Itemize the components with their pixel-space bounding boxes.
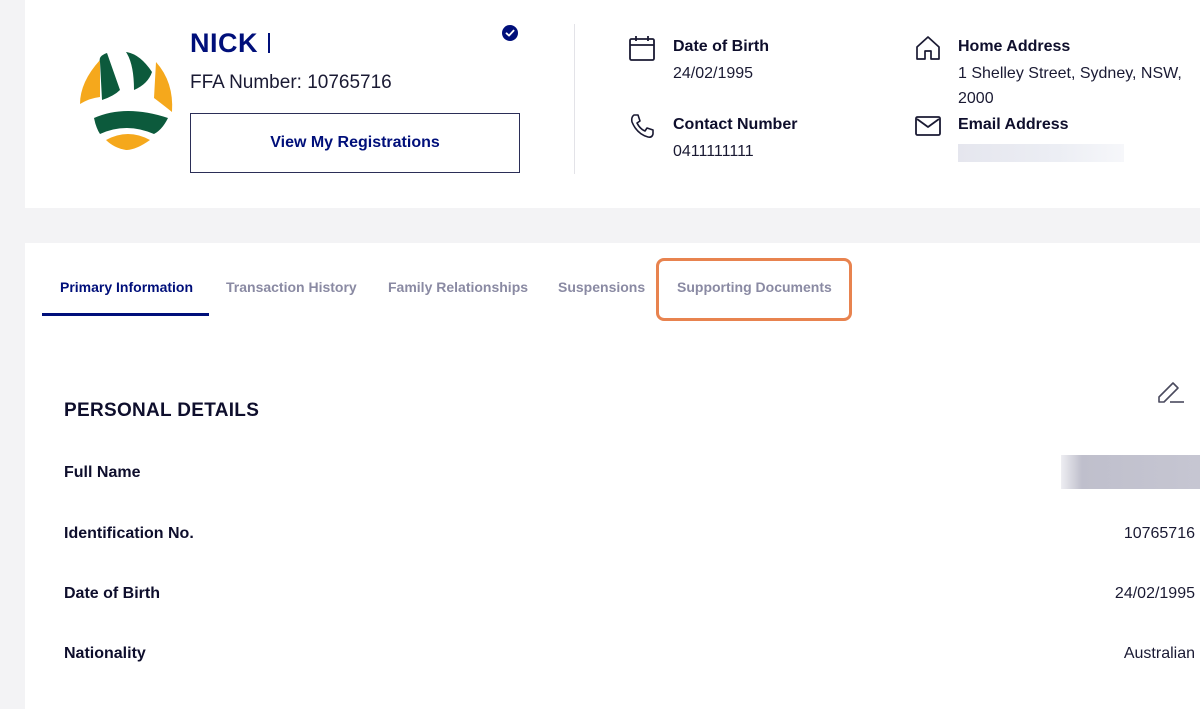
full-name-label: Full Name bbox=[64, 464, 141, 481]
contact-number-label: Contact Number bbox=[673, 116, 798, 133]
date-of-birth-value: 24/02/1995 bbox=[1114, 585, 1195, 602]
active-tab-indicator bbox=[42, 313, 209, 316]
nationality-value: Australian bbox=[1123, 645, 1195, 662]
highlight-box bbox=[656, 258, 852, 321]
date-of-birth-label: Date of Birth bbox=[64, 585, 160, 602]
identification-no-value: 10765716 bbox=[1123, 525, 1195, 542]
home-address-line2: 2000 bbox=[958, 90, 994, 107]
view-my-registrations-button[interactable]: View My Registrations bbox=[190, 113, 520, 173]
dob-value: 24/02/1995 bbox=[673, 65, 754, 82]
ffa-number-label: FFA Number: bbox=[190, 72, 302, 93]
tab-bar: Primary Information Transaction History … bbox=[25, 243, 1200, 323]
mail-icon bbox=[915, 116, 941, 136]
header-divider bbox=[574, 24, 575, 174]
dob-label: Date of Birth bbox=[673, 38, 769, 55]
home-address-line1: 1 Shelley Street, Sydney, NSW, bbox=[958, 65, 1182, 82]
check-circle-icon bbox=[502, 25, 518, 41]
profile-card: NICK FFA Number: 10765716 View My Regist… bbox=[25, 0, 1200, 208]
tab-family-relationships[interactable]: Family Relationships bbox=[388, 279, 528, 295]
football-australia-logo bbox=[80, 52, 173, 150]
tab-primary-information[interactable]: Primary Information bbox=[60, 279, 193, 295]
ffa-number-value: 10765716 bbox=[307, 72, 392, 93]
detail-card: Primary Information Transaction History … bbox=[25, 243, 1200, 709]
text-cursor bbox=[268, 33, 270, 53]
ffa-number: FFA Number: 10765716 bbox=[190, 72, 392, 94]
nationality-label: Nationality bbox=[64, 645, 146, 662]
tab-suspensions[interactable]: Suspensions bbox=[558, 279, 645, 295]
tab-transaction-history[interactable]: Transaction History bbox=[226, 279, 357, 295]
edit-icon[interactable] bbox=[1155, 375, 1185, 405]
calendar-icon bbox=[629, 36, 655, 61]
contact-number-value: 0411111111 bbox=[673, 143, 754, 160]
email-address-value-redacted bbox=[958, 144, 1124, 162]
profile-name: NICK bbox=[190, 28, 258, 58]
home-icon bbox=[916, 36, 940, 60]
full-name-value-redacted bbox=[1061, 455, 1200, 489]
home-address-label: Home Address bbox=[958, 38, 1071, 55]
section-title: PERSONAL DETAILS bbox=[64, 400, 260, 421]
phone-icon bbox=[630, 114, 654, 138]
email-address-label: Email Address bbox=[958, 116, 1069, 133]
identification-no-label: Identification No. bbox=[64, 525, 194, 542]
